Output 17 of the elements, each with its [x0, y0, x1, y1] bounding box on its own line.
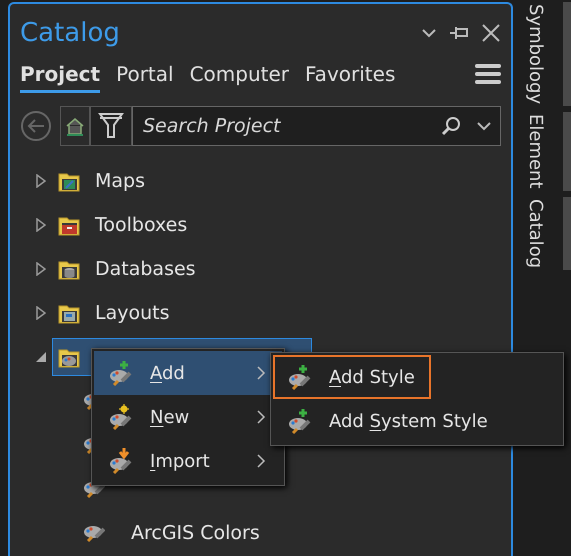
tab[interactable]: Portal [116, 62, 174, 93]
tab[interactable]: Computer [190, 62, 290, 93]
tree-item[interactable]: Layouts [52, 293, 178, 333]
tree-item[interactable]: Maps [52, 161, 154, 201]
side-tab[interactable]: Catalog [525, 196, 546, 270]
side-tab[interactable]: Element [525, 112, 546, 191]
menu-item[interactable]: Add Style [273, 355, 431, 399]
tab[interactable]: Project [20, 62, 100, 93]
search-input[interactable]: Search Project [141, 114, 440, 138]
tab[interactable]: Favorites [305, 62, 396, 93]
menu-item[interactable]: Add [94, 351, 282, 395]
side-tab[interactable]: Symbology [525, 2, 546, 106]
tree-item[interactable]: Databases [52, 249, 205, 289]
tree-item[interactable]: ArcGIS Colors [131, 522, 260, 544]
search-field[interactable]: Search Project [132, 106, 501, 146]
tree-item[interactable]: Toolboxes [52, 205, 196, 245]
pane-title: Catalog [20, 18, 121, 48]
